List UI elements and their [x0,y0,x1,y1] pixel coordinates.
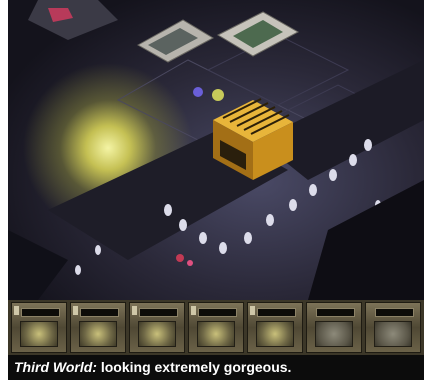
squad-slot-6[interactable] [306,302,362,353]
portrait-icon [315,321,353,347]
slot-number-marker [14,306,19,315]
portrait-icon [79,321,117,347]
squad-slot-3[interactable] [129,302,185,353]
squad-slot-1[interactable] [11,302,67,353]
squad-slot-2[interactable] [70,302,126,353]
image-caption: Third World: looking extremely gorgeous. [8,355,424,380]
isometric-map [8,0,424,300]
slot-number-marker [132,306,137,315]
slot-number-marker [250,306,255,315]
health-bar [21,308,60,317]
squad-slot-5[interactable] [247,302,303,353]
squad-slot-7[interactable] [365,302,421,353]
slot-number-marker [73,306,78,315]
slot-number-marker [191,306,196,315]
health-bar [80,308,119,317]
caption-title: Third World: [14,359,97,375]
health-bar [257,308,296,317]
building-block [28,0,300,63]
health-bar [198,308,237,317]
portrait-icon [256,321,294,347]
portrait-icon [138,321,176,347]
health-bar [139,308,178,317]
health-bar [316,308,355,317]
portrait-icon [20,321,58,347]
portrait-icon [197,321,235,347]
game-viewport[interactable] [8,0,424,300]
health-bar [375,308,414,317]
caption-text: looking extremely gorgeous. [96,359,292,375]
squad-hud-bar [8,300,424,355]
screenshot-frame: Third World: looking extremely gorgeous. [8,0,424,380]
portrait-icon [374,321,412,347]
squad-slot-4[interactable] [188,302,244,353]
